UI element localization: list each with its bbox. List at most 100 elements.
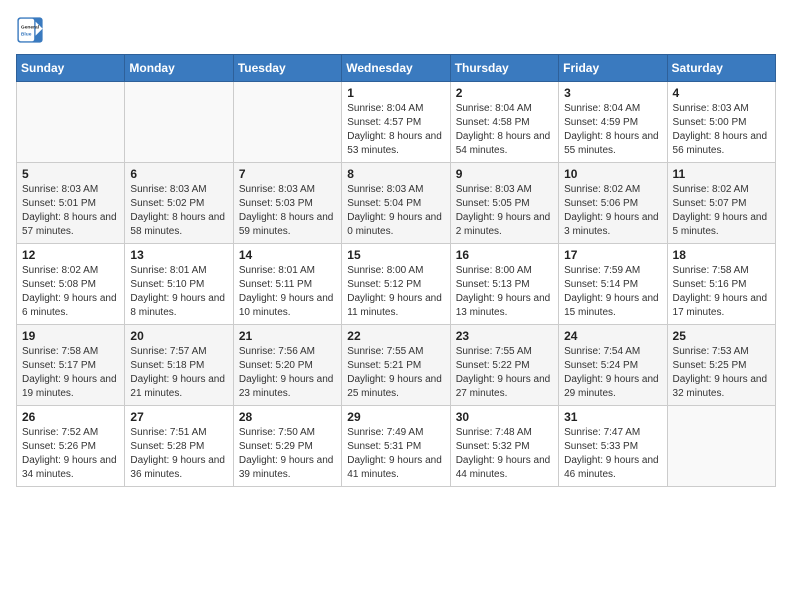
- calendar-cell: [667, 406, 775, 487]
- weekday-header-cell: Wednesday: [342, 55, 450, 82]
- calendar-cell: 4 Sunrise: 8:03 AM Sunset: 5:00 PM Daylig…: [667, 82, 775, 163]
- calendar-cell: 7 Sunrise: 8:03 AM Sunset: 5:03 PM Daylig…: [233, 163, 341, 244]
- day-detail: Sunrise: 8:03 AM Sunset: 5:05 PM Dayligh…: [456, 183, 553, 239]
- calendar-cell: 26 Sunrise: 7:52 AM Sunset: 5:26 PM Dayli…: [17, 406, 125, 487]
- day-detail: Sunrise: 7:58 AM Sunset: 5:16 PM Dayligh…: [673, 264, 770, 320]
- calendar-cell: 18 Sunrise: 7:58 AM Sunset: 5:16 PM Dayli…: [667, 244, 775, 325]
- day-detail: Sunrise: 7:50 AM Sunset: 5:29 PM Dayligh…: [239, 426, 336, 482]
- svg-text:Blue: Blue: [21, 32, 32, 38]
- day-detail: Sunrise: 7:53 AM Sunset: 5:25 PM Dayligh…: [673, 345, 770, 401]
- calendar-cell: 31Sunrise: 7:47 AM Sunset: 5:33 PM Dayli…: [559, 406, 667, 487]
- day-detail: Sunrise: 8:04 AM Sunset: 4:57 PM Dayligh…: [347, 102, 444, 158]
- day-detail: Sunrise: 7:56 AM Sunset: 5:20 PM Dayligh…: [239, 345, 336, 401]
- calendar-cell: 21Sunrise: 7:56 AM Sunset: 5:20 PM Dayli…: [233, 325, 341, 406]
- day-number: 25: [673, 329, 770, 343]
- calendar-body: 1Sunrise: 8:04 AM Sunset: 4:57 PM Daylig…: [17, 82, 776, 487]
- calendar-week-row: 19 Sunrise: 7:58 AM Sunset: 5:17 PM Dayli…: [17, 325, 776, 406]
- day-number: 17: [564, 248, 661, 262]
- logo-icon: General Blue: [16, 16, 44, 44]
- day-number: 12: [22, 248, 119, 262]
- calendar-cell: 24 Sunrise: 7:54 AM Sunset: 5:24 PM Dayli…: [559, 325, 667, 406]
- day-detail: Sunrise: 8:03 AM Sunset: 5:01 PM Dayligh…: [22, 183, 119, 239]
- calendar-cell: 9 Sunrise: 8:03 AM Sunset: 5:05 PM Daylig…: [450, 163, 558, 244]
- day-number: 22: [347, 329, 444, 343]
- day-detail: Sunrise: 7:58 AM Sunset: 5:17 PM Dayligh…: [22, 345, 119, 401]
- day-detail: Sunrise: 7:51 AM Sunset: 5:28 PM Dayligh…: [130, 426, 227, 482]
- day-number: 14: [239, 248, 336, 262]
- day-detail: Sunrise: 8:02 AM Sunset: 5:08 PM Dayligh…: [22, 264, 119, 320]
- day-number: 20: [130, 329, 227, 343]
- day-number: 24: [564, 329, 661, 343]
- calendar-cell: 25 Sunrise: 7:53 AM Sunset: 5:25 PM Dayli…: [667, 325, 775, 406]
- calendar-cell: 27 Sunrise: 7:51 AM Sunset: 5:28 PM Dayli…: [125, 406, 233, 487]
- day-detail: Sunrise: 8:01 AM Sunset: 5:11 PM Dayligh…: [239, 264, 336, 320]
- calendar-cell: 19 Sunrise: 7:58 AM Sunset: 5:17 PM Dayli…: [17, 325, 125, 406]
- day-detail: Sunrise: 8:00 AM Sunset: 5:12 PM Dayligh…: [347, 264, 444, 320]
- calendar-week-row: 5 Sunrise: 8:03 AM Sunset: 5:01 PM Daylig…: [17, 163, 776, 244]
- day-detail: Sunrise: 7:48 AM Sunset: 5:32 PM Dayligh…: [456, 426, 553, 482]
- day-number: 5: [22, 167, 119, 181]
- weekday-header-cell: Tuesday: [233, 55, 341, 82]
- logo: General Blue: [16, 16, 44, 44]
- day-number: 9: [456, 167, 553, 181]
- day-number: 8: [347, 167, 444, 181]
- calendar-cell: 2 Sunrise: 8:04 AM Sunset: 4:58 PM Daylig…: [450, 82, 558, 163]
- calendar-cell: 13 Sunrise: 8:01 AM Sunset: 5:10 PM Dayli…: [125, 244, 233, 325]
- day-detail: Sunrise: 7:59 AM Sunset: 5:14 PM Dayligh…: [564, 264, 661, 320]
- weekday-header-cell: Thursday: [450, 55, 558, 82]
- calendar-cell: 10 Sunrise: 8:02 AM Sunset: 5:06 PM Dayli…: [559, 163, 667, 244]
- day-number: 11: [673, 167, 770, 181]
- day-number: 13: [130, 248, 227, 262]
- day-number: 7: [239, 167, 336, 181]
- calendar-cell: 1Sunrise: 8:04 AM Sunset: 4:57 PM Daylig…: [342, 82, 450, 163]
- calendar-cell: 3 Sunrise: 8:04 AM Sunset: 4:59 PM Daylig…: [559, 82, 667, 163]
- calendar-cell: 14 Sunrise: 8:01 AM Sunset: 5:11 PM Dayli…: [233, 244, 341, 325]
- weekday-header-row: SundayMondayTuesdayWednesdayThursdayFrid…: [17, 55, 776, 82]
- day-number: 16: [456, 248, 553, 262]
- day-detail: Sunrise: 7:54 AM Sunset: 5:24 PM Dayligh…: [564, 345, 661, 401]
- calendar-cell: 16Sunrise: 8:00 AM Sunset: 5:13 PM Dayli…: [450, 244, 558, 325]
- day-detail: Sunrise: 7:57 AM Sunset: 5:18 PM Dayligh…: [130, 345, 227, 401]
- day-detail: Sunrise: 8:04 AM Sunset: 4:58 PM Dayligh…: [456, 102, 553, 158]
- calendar-cell: [17, 82, 125, 163]
- weekday-header-cell: Sunday: [17, 55, 125, 82]
- weekday-header-cell: Saturday: [667, 55, 775, 82]
- day-number: 19: [22, 329, 119, 343]
- day-detail: Sunrise: 8:04 AM Sunset: 4:59 PM Dayligh…: [564, 102, 661, 158]
- day-number: 2: [456, 86, 553, 100]
- day-number: 23: [456, 329, 553, 343]
- day-detail: Sunrise: 7:55 AM Sunset: 5:21 PM Dayligh…: [347, 345, 444, 401]
- calendar-cell: 23 Sunrise: 7:55 AM Sunset: 5:22 PM Dayli…: [450, 325, 558, 406]
- day-detail: Sunrise: 7:55 AM Sunset: 5:22 PM Dayligh…: [456, 345, 553, 401]
- calendar-cell: 28 Sunrise: 7:50 AM Sunset: 5:29 PM Dayli…: [233, 406, 341, 487]
- calendar-cell: 12 Sunrise: 8:02 AM Sunset: 5:08 PM Dayli…: [17, 244, 125, 325]
- day-number: 4: [673, 86, 770, 100]
- day-number: 15: [347, 248, 444, 262]
- day-number: 10: [564, 167, 661, 181]
- day-detail: Sunrise: 8:01 AM Sunset: 5:10 PM Dayligh…: [130, 264, 227, 320]
- day-detail: Sunrise: 7:52 AM Sunset: 5:26 PM Dayligh…: [22, 426, 119, 482]
- day-number: 3: [564, 86, 661, 100]
- day-number: 27: [130, 410, 227, 424]
- calendar-cell: 29 Sunrise: 7:49 AM Sunset: 5:31 PM Dayli…: [342, 406, 450, 487]
- day-detail: Sunrise: 7:49 AM Sunset: 5:31 PM Dayligh…: [347, 426, 444, 482]
- day-number: 29: [347, 410, 444, 424]
- calendar-cell: [125, 82, 233, 163]
- calendar-cell: 30Sunrise: 7:48 AM Sunset: 5:32 PM Dayli…: [450, 406, 558, 487]
- calendar-week-row: 26 Sunrise: 7:52 AM Sunset: 5:26 PM Dayli…: [17, 406, 776, 487]
- day-number: 26: [22, 410, 119, 424]
- day-detail: Sunrise: 8:02 AM Sunset: 5:06 PM Dayligh…: [564, 183, 661, 239]
- calendar-cell: [233, 82, 341, 163]
- calendar-week-row: 12 Sunrise: 8:02 AM Sunset: 5:08 PM Dayli…: [17, 244, 776, 325]
- day-detail: Sunrise: 8:03 AM Sunset: 5:04 PM Dayligh…: [347, 183, 444, 239]
- calendar-cell: 17 Sunrise: 7:59 AM Sunset: 5:14 PM Dayli…: [559, 244, 667, 325]
- calendar-cell: 20 Sunrise: 7:57 AM Sunset: 5:18 PM Dayli…: [125, 325, 233, 406]
- day-detail: Sunrise: 8:03 AM Sunset: 5:00 PM Dayligh…: [673, 102, 770, 158]
- calendar-cell: 5 Sunrise: 8:03 AM Sunset: 5:01 PM Daylig…: [17, 163, 125, 244]
- day-detail: Sunrise: 8:03 AM Sunset: 5:03 PM Dayligh…: [239, 183, 336, 239]
- weekday-header-cell: Friday: [559, 55, 667, 82]
- day-number: 28: [239, 410, 336, 424]
- calendar-cell: 8 Sunrise: 8:03 AM Sunset: 5:04 PM Daylig…: [342, 163, 450, 244]
- day-number: 18: [673, 248, 770, 262]
- calendar-cell: 15 Sunrise: 8:00 AM Sunset: 5:12 PM Dayli…: [342, 244, 450, 325]
